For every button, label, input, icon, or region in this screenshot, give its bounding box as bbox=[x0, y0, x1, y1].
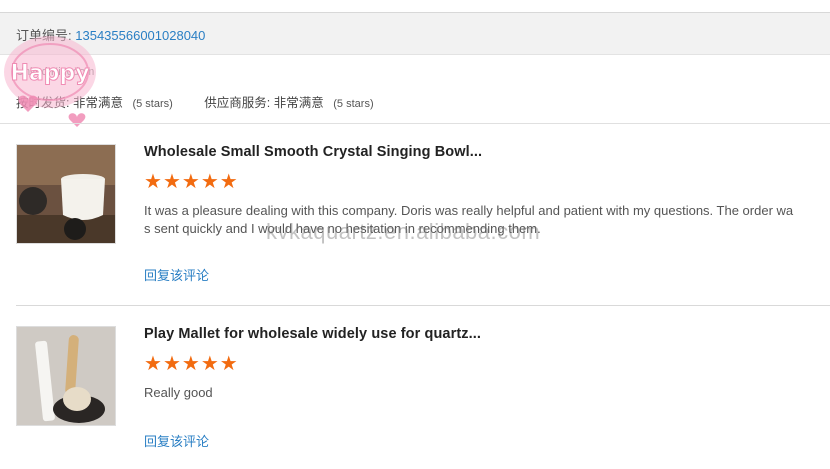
shipping-rating-stars: (5 stars) bbox=[132, 98, 173, 110]
product-thumbnail[interactable] bbox=[16, 326, 116, 426]
product-title[interactable]: Play Mallet for wholesale widely use for… bbox=[144, 326, 481, 342]
review-text: It was a pleasure dealing with this comp… bbox=[144, 203, 794, 236]
star-icon: ★ bbox=[200, 353, 219, 375]
star-icon: ★ bbox=[181, 353, 200, 375]
shipping-rating-label: 按时发货: bbox=[16, 96, 70, 110]
shipping-rating: 按时发货: 非常满意 (5 stars) bbox=[16, 92, 173, 111]
order-header: 订单编号: 135435566001028040 bbox=[0, 13, 830, 55]
service-rating-label: 供应商服务: bbox=[204, 96, 271, 110]
buyer-country: United Kingdom bbox=[16, 66, 95, 78]
review-item: Play Mallet for wholesale widely use for… bbox=[16, 326, 816, 466]
product-title[interactable]: Wholesale Small Smooth Crystal Singing B… bbox=[144, 144, 482, 160]
star-icon: ★ bbox=[219, 171, 238, 193]
product-thumbnail[interactable] bbox=[16, 144, 116, 244]
service-rating-stars: (5 stars) bbox=[333, 98, 374, 110]
reply-link[interactable]: 回复该评论 bbox=[144, 431, 209, 450]
star-icon: ★ bbox=[162, 171, 181, 193]
review-divider bbox=[16, 305, 830, 306]
service-rating: 供应商服务: 非常满意 (5 stars) bbox=[204, 92, 373, 111]
star-icon: ★ bbox=[144, 171, 162, 193]
order-ratings: 按时发货: 非常满意 (5 stars) 供应商服务: 非常满意 (5 star… bbox=[16, 92, 402, 111]
order-number-row: 订单编号: 135435566001028040 bbox=[16, 25, 205, 44]
star-icon: ★ bbox=[144, 353, 162, 375]
order-number-label: 订单编号: bbox=[16, 28, 72, 43]
crystal-bowl-image bbox=[17, 145, 115, 243]
star-icon: ★ bbox=[219, 353, 238, 375]
reply-link[interactable]: 回复该评论 bbox=[144, 265, 209, 284]
review-item: Wholesale Small Smooth Crystal Singing B… bbox=[16, 144, 816, 294]
service-rating-value: 非常满意 bbox=[273, 96, 324, 110]
top-border bbox=[0, 0, 830, 13]
star-icon: ★ bbox=[181, 171, 200, 193]
star-icon: ★ bbox=[200, 171, 219, 193]
order-number-link[interactable]: 135435566001028040 bbox=[75, 28, 205, 43]
review-text: Really good bbox=[144, 385, 213, 400]
review-rating: ★★★★★ bbox=[144, 172, 239, 192]
play-mallet-image bbox=[17, 327, 115, 425]
review-rating: ★★★★★ bbox=[144, 354, 239, 374]
star-icon: ★ bbox=[162, 353, 181, 375]
shipping-rating-value: 非常满意 bbox=[72, 96, 123, 110]
header-divider bbox=[0, 123, 830, 124]
